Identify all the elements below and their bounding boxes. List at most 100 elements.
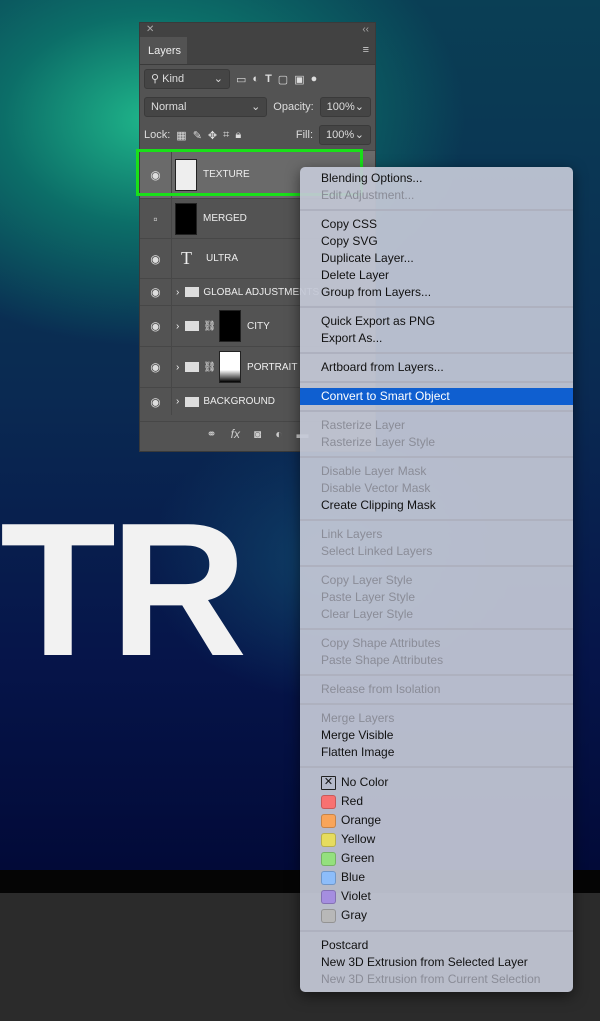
type-filter-icon[interactable]: T [265, 73, 272, 85]
lock-all-icon[interactable]: 🔒︎ [235, 129, 241, 142]
menu-item-new-3d-extrusion-from-current-selection: New 3D Extrusion from Current Selection [321, 972, 541, 986]
menu-item-rasterize-layer-style: Rasterize Layer Style [321, 435, 436, 449]
link-icon[interactable]: ⛓ [203, 362, 216, 373]
menu-separator [300, 560, 573, 572]
menu-item-convert-to-smart-object[interactable]: Convert to Smart Object [300, 388, 573, 405]
menu-separator [300, 301, 573, 313]
menu-item-color-yellow[interactable]: Yellow [300, 830, 573, 849]
menu-item-merge-visible[interactable]: Merge Visible [300, 727, 573, 744]
expand-chevron-icon[interactable]: › [176, 287, 179, 298]
collapse-icon[interactable]: ‹‹ [362, 23, 369, 37]
adjustment-filter-icon[interactable]: ◐ [252, 73, 259, 85]
menu-item-release-from-isolation: Release from Isolation [321, 682, 441, 696]
adjustment-layer-icon[interactable]: ◐ [275, 427, 282, 441]
menu-separator [300, 761, 573, 773]
menu-item-disable-layer-mask: Disable Layer Mask [321, 464, 427, 478]
lock-transparent-icon[interactable]: ▦ [176, 129, 186, 142]
color-swatch [321, 889, 336, 904]
lock-position-icon[interactable]: ✥ [208, 129, 217, 142]
menu-separator [300, 698, 573, 710]
expand-chevron-icon[interactable]: › [176, 396, 179, 407]
folder-icon [185, 321, 200, 331]
fill-input[interactable]: 100% ⌄ [319, 125, 371, 145]
close-icon[interactable]: ✕ [146, 23, 154, 37]
menu-item-edit-adjustment: Edit Adjustment... [321, 188, 415, 202]
menu-item-delete-layer[interactable]: Delete Layer [300, 267, 573, 284]
folder-icon [185, 287, 200, 297]
link-layers-icon[interactable]: ⚭ [207, 427, 217, 441]
chevron-down-icon: ⌄ [354, 101, 364, 113]
menu-item-group-from-layers[interactable]: Group from Layers... [300, 284, 573, 301]
menu-item-create-clipping-mask[interactable]: Create Clipping Mask [300, 497, 573, 514]
expand-chevron-icon[interactable]: › [176, 321, 179, 332]
lock-paint-icon[interactable]: ✎ [193, 129, 202, 142]
menu-item-color-green[interactable]: Green [300, 849, 573, 868]
menu-item-blending-options[interactable]: Blending Options... [300, 170, 573, 187]
menu-item-color-gray[interactable]: Gray [300, 906, 573, 925]
search-icon: ⚲ [151, 73, 160, 85]
shape-filter-icon[interactable]: ▢ [278, 73, 288, 86]
menu-item-quick-export-as-png[interactable]: Quick Export as PNG [300, 313, 573, 330]
add-mask-icon[interactable]: ◙ [254, 427, 261, 441]
filter-kind-select[interactable]: ⚲ Kind ⌄ [144, 69, 230, 89]
menu-item-copy-css[interactable]: Copy CSS [300, 216, 573, 233]
menu-item-new-3d-extrusion-from-selected-layer[interactable]: New 3D Extrusion from Selected Layer [300, 954, 573, 971]
lock-label: Lock: [144, 129, 171, 141]
menu-separator [300, 204, 573, 216]
menu-item-color-blue[interactable]: Blue [300, 868, 573, 887]
chevron-down-icon: ⌄ [354, 129, 364, 141]
tab-layers[interactable]: Layers [140, 37, 187, 64]
fill-label: Fill: [295, 129, 313, 141]
eye-icon[interactable]: ◉ [140, 388, 172, 415]
folder-icon [185, 362, 200, 372]
eye-icon[interactable]: ◉ [140, 279, 172, 305]
menu-item-disable-vector-mask: Disable Vector Mask [321, 481, 431, 495]
eye-icon[interactable]: ◉ [140, 347, 172, 387]
menu-item-color-no-color[interactable]: ✕ No Color [300, 773, 573, 792]
menu-item-copy-layer-style: Copy Layer Style [321, 573, 413, 587]
link-icon[interactable]: ⛓ [203, 321, 216, 332]
panel-menu-icon[interactable]: ≡ [357, 37, 375, 64]
menu-item-clear-layer-style: Clear Layer Style [321, 607, 414, 621]
menu-item-select-linked-layers: Select Linked Layers [321, 544, 433, 558]
no-color-icon: ✕ [321, 775, 336, 790]
visibility-box[interactable]: ▫ [140, 199, 172, 238]
menu-item-export-as[interactable]: Export As... [300, 330, 573, 347]
menu-item-artboard-from-layers[interactable]: Artboard from Layers... [300, 359, 573, 376]
smart-object-filter-icon[interactable]: ▣ [294, 73, 304, 86]
canvas-title-text: TR [0, 484, 247, 696]
menu-item-flatten-image[interactable]: Flatten Image [300, 744, 573, 761]
menu-separator [300, 514, 573, 526]
menu-separator [300, 925, 573, 937]
eye-icon[interactable]: ◉ [140, 306, 172, 346]
menu-item-copy-svg[interactable]: Copy SVG [300, 233, 573, 250]
menu-item-color-red[interactable]: Red [300, 792, 573, 811]
chevron-down-icon: ⌄ [251, 101, 261, 113]
lock-artboard-icon[interactable]: ⌗ [223, 129, 229, 142]
menu-item-postcard[interactable]: Postcard [300, 937, 573, 954]
menu-separator [300, 405, 573, 417]
expand-chevron-icon[interactable]: › [176, 362, 179, 373]
text-layer-icon: T [181, 248, 192, 268]
color-swatch [321, 870, 336, 885]
menu-item-link-layers: Link Layers [321, 527, 383, 541]
mask-thumbnail [219, 310, 242, 342]
folder-icon [185, 396, 200, 407]
blend-mode-select[interactable]: Normal ⌄ [144, 97, 268, 117]
chevron-down-icon: ⌄ [213, 73, 223, 85]
fx-icon[interactable]: fx [231, 427, 240, 441]
menu-item-duplicate-layer[interactable]: Duplicate Layer... [300, 250, 573, 267]
menu-separator [300, 347, 573, 359]
image-filter-icon[interactable]: ▭ [236, 73, 246, 86]
eye-icon[interactable]: ◉ [140, 239, 172, 278]
menu-item-color-violet[interactable]: Violet [300, 887, 573, 906]
filter-toggle[interactable]: ● [311, 73, 318, 85]
layer-thumbnail [175, 202, 197, 235]
opacity-label: Opacity: [273, 101, 314, 113]
menu-item-paste-layer-style: Paste Layer Style [321, 590, 416, 604]
color-swatch [321, 908, 336, 923]
menu-item-paste-shape-attributes: Paste Shape Attributes [321, 653, 444, 667]
menu-item-color-orange[interactable]: Orange [300, 811, 573, 830]
color-swatch [321, 832, 336, 847]
opacity-input[interactable]: 100% ⌄ [319, 97, 371, 117]
